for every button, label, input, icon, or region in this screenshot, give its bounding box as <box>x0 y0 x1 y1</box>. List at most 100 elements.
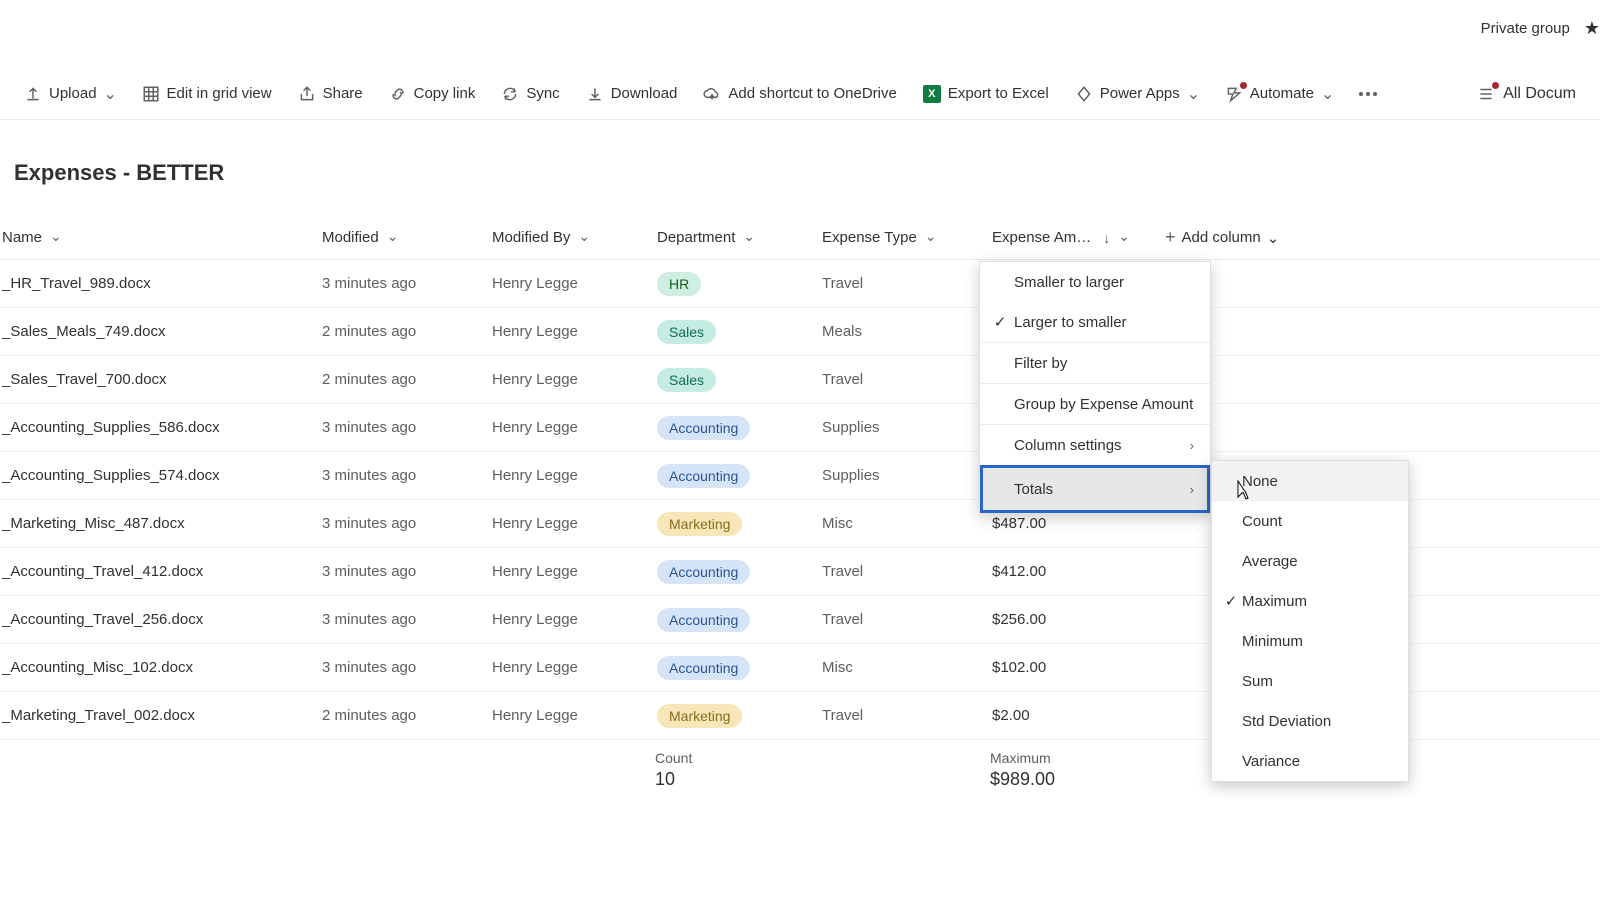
header-right: Private group ★ <box>1481 18 1600 39</box>
submenu-variance-label: Variance <box>1242 753 1300 770</box>
upload-button[interactable]: Upload <box>14 79 126 109</box>
submenu-none-label: None <box>1242 473 1278 490</box>
view-switcher[interactable]: All Docum <box>1467 79 1586 109</box>
department-pill: Marketing <box>657 512 742 536</box>
cell-department: Accounting <box>655 464 820 488</box>
submenu-count[interactable]: Count <box>1212 501 1408 541</box>
copy-link-label: Copy link <box>414 85 476 102</box>
col-name-label: Name <box>2 229 42 246</box>
cell-expense-amount: $2.00 <box>990 707 1155 724</box>
edit-grid-button[interactable]: Edit in grid view <box>132 79 282 109</box>
chevron-right-icon: › <box>1190 438 1194 453</box>
totals-submenu: None Count Average ✓Maximum Minimum Sum … <box>1211 460 1409 782</box>
upload-icon <box>24 85 42 103</box>
cell-name[interactable]: _Sales_Meals_749.docx <box>0 323 320 340</box>
automate-button[interactable]: Automate <box>1215 79 1343 109</box>
submenu-sum[interactable]: Sum <box>1212 661 1408 701</box>
table-row[interactable]: _Accounting_Supplies_586.docx3 minutes a… <box>0 404 1600 452</box>
share-icon <box>298 85 316 103</box>
submenu-average[interactable]: Average <box>1212 541 1408 581</box>
footer-max-value: $989.00 <box>990 769 1155 790</box>
cell-modified-by: Henry Legge <box>490 611 655 628</box>
menu-filter-by[interactable]: Filter by <box>980 343 1210 383</box>
submenu-std-dev-label: Std Deviation <box>1242 713 1331 730</box>
shortcut-button[interactable]: Add shortcut to OneDrive <box>693 79 906 109</box>
department-pill: Accounting <box>657 416 750 440</box>
cell-expense-type: Travel <box>820 371 990 388</box>
sync-button[interactable]: Sync <box>491 79 569 109</box>
col-modified[interactable]: Modified⌄ <box>320 229 490 246</box>
cell-expense-amount: $487.00 <box>990 515 1155 532</box>
cell-name[interactable]: _Marketing_Travel_002.docx <box>0 707 320 724</box>
cell-department: Accounting <box>655 416 820 440</box>
department-pill: Sales <box>657 320 716 344</box>
cell-modified: 3 minutes ago <box>320 515 490 532</box>
menu-totals[interactable]: Totals › <box>980 465 1210 513</box>
department-pill: HR <box>657 272 701 296</box>
submenu-maximum-label: Maximum <box>1242 593 1307 610</box>
submenu-variance[interactable]: Variance <box>1212 741 1408 781</box>
cell-modified: 3 minutes ago <box>320 659 490 676</box>
export-excel-button[interactable]: X Export to Excel <box>913 79 1059 109</box>
menu-group-by-label: Group by Expense Amount <box>1014 396 1193 413</box>
cell-modified: 3 minutes ago <box>320 275 490 292</box>
cell-name[interactable]: _Marketing_Misc_487.docx <box>0 515 320 532</box>
cell-modified: 2 minutes ago <box>320 323 490 340</box>
check-icon: ✓ <box>1220 592 1242 610</box>
share-button[interactable]: Share <box>288 79 373 109</box>
power-apps-label: Power Apps <box>1100 85 1180 102</box>
powerapps-icon <box>1075 85 1093 103</box>
table-row[interactable]: _Sales_Meals_749.docx2 minutes agoHenry … <box>0 308 1600 356</box>
col-name[interactable]: Name⌄ <box>0 229 320 246</box>
cell-name[interactable]: _Accounting_Supplies_586.docx <box>0 419 320 436</box>
chevron-right-icon: › <box>1190 482 1194 497</box>
submenu-sum-label: Sum <box>1242 673 1273 690</box>
favorite-star-icon[interactable]: ★ <box>1584 18 1600 39</box>
table-row[interactable]: _HR_Travel_989.docx3 minutes agoHenry Le… <box>0 260 1600 308</box>
cell-modified-by: Henry Legge <box>490 371 655 388</box>
download-button[interactable]: Download <box>576 79 688 109</box>
cell-name[interactable]: _Sales_Travel_700.docx <box>0 371 320 388</box>
menu-column-settings[interactable]: Column settings › <box>980 425 1210 465</box>
col-expense-amount-label: Expense Am… <box>992 229 1091 246</box>
table-row[interactable]: _Sales_Travel_700.docx2 minutes agoHenry… <box>0 356 1600 404</box>
menu-group-by[interactable]: Group by Expense Amount <box>980 384 1210 424</box>
add-column-button[interactable]: +Add column⌄ <box>1155 227 1355 248</box>
copy-link-button[interactable]: Copy link <box>379 79 486 109</box>
download-icon <box>586 85 604 103</box>
col-modified-by[interactable]: Modified By⌄ <box>490 229 655 246</box>
cell-modified: 3 minutes ago <box>320 467 490 484</box>
menu-smaller-to-larger[interactable]: Smaller to larger <box>980 262 1210 302</box>
menu-column-settings-label: Column settings <box>1014 437 1122 454</box>
col-expense-amount[interactable]: Expense Am…↓⌄ <box>990 229 1155 246</box>
submenu-std-dev[interactable]: Std Deviation <box>1212 701 1408 741</box>
cell-modified: 3 minutes ago <box>320 611 490 628</box>
cell-expense-type: Misc <box>820 659 990 676</box>
cell-name[interactable]: _Accounting_Misc_102.docx <box>0 659 320 676</box>
cell-name[interactable]: _HR_Travel_989.docx <box>0 275 320 292</box>
col-department[interactable]: Department⌄ <box>655 229 820 246</box>
private-group-label: Private group <box>1481 20 1570 37</box>
submenu-minimum-label: Minimum <box>1242 633 1303 650</box>
col-expense-type[interactable]: Expense Type⌄ <box>820 229 990 246</box>
cell-department: Sales <box>655 320 820 344</box>
menu-filter-by-label: Filter by <box>1014 355 1067 372</box>
submenu-minimum[interactable]: Minimum <box>1212 621 1408 661</box>
excel-icon: X <box>923 85 941 103</box>
col-modified-label: Modified <box>322 229 379 246</box>
department-pill: Marketing <box>657 704 742 728</box>
col-department-label: Department <box>657 229 735 246</box>
menu-totals-label: Totals <box>1014 481 1053 498</box>
cell-name[interactable]: _Accounting_Travel_412.docx <box>0 563 320 580</box>
submenu-maximum[interactable]: ✓Maximum <box>1212 581 1408 621</box>
cell-name[interactable]: _Accounting_Travel_256.docx <box>0 611 320 628</box>
cell-department: Accounting <box>655 656 820 680</box>
cell-modified-by: Henry Legge <box>490 515 655 532</box>
chevron-down-icon <box>1187 88 1199 100</box>
menu-larger-to-smaller[interactable]: ✓ Larger to smaller <box>980 302 1210 342</box>
more-actions-button[interactable] <box>1349 86 1387 102</box>
power-apps-button[interactable]: Power Apps <box>1065 79 1209 109</box>
cell-name[interactable]: _Accounting_Supplies_574.docx <box>0 467 320 484</box>
submenu-none[interactable]: None <box>1212 461 1408 501</box>
department-pill: Accounting <box>657 464 750 488</box>
